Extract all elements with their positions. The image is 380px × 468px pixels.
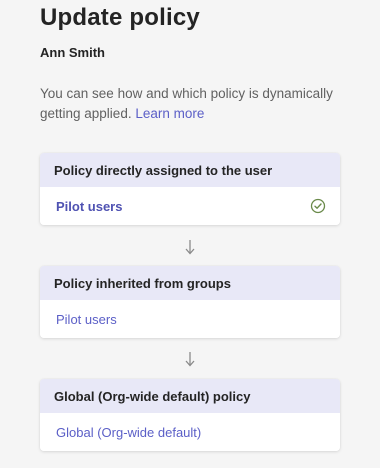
global-policy-card: Global (Org-wide default) policy Global … xyxy=(40,379,340,451)
group-policy-value[interactable]: Pilot users xyxy=(56,312,117,327)
direct-policy-header: Policy directly assigned to the user xyxy=(40,153,340,187)
arrow-down-icon xyxy=(185,352,195,367)
global-policy-row[interactable]: Global (Org-wide default) xyxy=(40,413,340,451)
user-name: Ann Smith xyxy=(40,45,105,60)
update-policy-panel: Update policy Ann Smith You can see how … xyxy=(0,0,380,468)
group-policy-card: Policy inherited from groups Pilot users xyxy=(40,266,340,338)
direct-policy-card: Policy directly assigned to the user Pil… xyxy=(40,153,340,225)
check-circle-icon xyxy=(310,198,326,214)
learn-more-link[interactable]: Learn more xyxy=(135,106,204,121)
direct-policy-row[interactable]: Pilot users xyxy=(40,187,340,225)
global-policy-value[interactable]: Global (Org-wide default) xyxy=(56,425,201,440)
policy-description: You can see how and which policy is dyna… xyxy=(40,84,350,124)
group-policy-header: Policy inherited from groups xyxy=(40,266,340,300)
group-policy-row[interactable]: Pilot users xyxy=(40,300,340,338)
direct-policy-value[interactable]: Pilot users xyxy=(56,199,122,214)
page-title: Update policy xyxy=(40,4,200,31)
arrow-down-icon xyxy=(185,240,195,255)
global-policy-header: Global (Org-wide default) policy xyxy=(40,379,340,413)
